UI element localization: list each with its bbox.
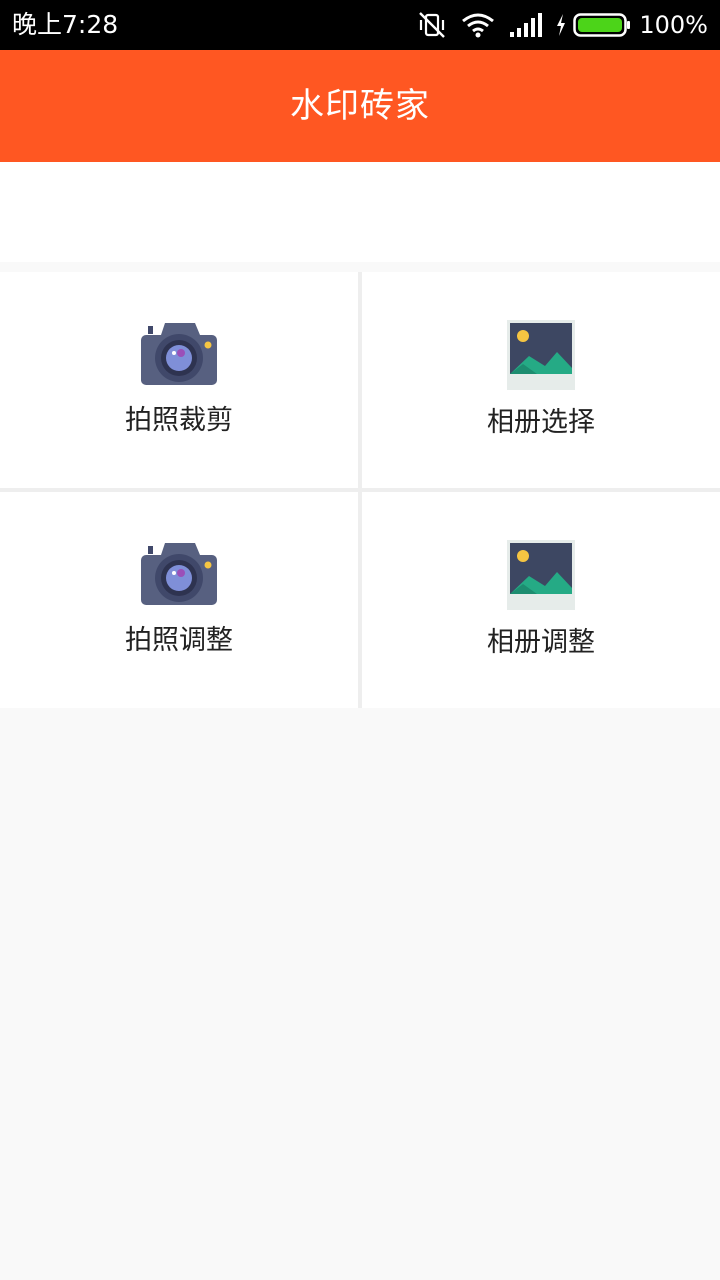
- grid-item-label: 拍照裁剪: [125, 405, 233, 436]
- grid-item-label: 相册选择: [487, 407, 595, 438]
- grid-item-album-adjust[interactable]: 相册调整: [362, 492, 720, 708]
- picture-icon: [507, 540, 575, 614]
- signal-icon: [509, 12, 543, 38]
- grid-item-label: 相册调整: [487, 627, 595, 658]
- status-bar: 晚上7:28 100%: [0, 0, 720, 50]
- banner-area: [0, 162, 720, 262]
- feature-grid: 拍照裁剪 相册选择 拍照调整 相册调整: [0, 272, 720, 708]
- grid-item-album-select[interactable]: 相册选择: [362, 272, 720, 488]
- battery-icon: [573, 12, 631, 38]
- wifi-icon: [461, 12, 495, 38]
- status-icons: 100%: [417, 8, 708, 42]
- grid-item-photo-crop[interactable]: 拍照裁剪: [0, 272, 358, 488]
- status-time: 晚上7:28: [12, 10, 119, 39]
- grid-item-photo-adjust[interactable]: 拍照调整: [0, 492, 358, 708]
- battery-percent: 100%: [639, 11, 708, 39]
- vibrate-off-icon: [417, 11, 447, 39]
- camera-icon: [140, 322, 218, 390]
- camera-icon: [140, 542, 218, 610]
- app-title: 水印砖家: [290, 86, 430, 126]
- picture-icon: [507, 320, 575, 394]
- grid-divider-horizontal: [0, 488, 720, 492]
- grid-item-label: 拍照调整: [125, 625, 233, 656]
- app-bar: 水印砖家: [0, 50, 720, 162]
- charging-icon: [555, 13, 567, 37]
